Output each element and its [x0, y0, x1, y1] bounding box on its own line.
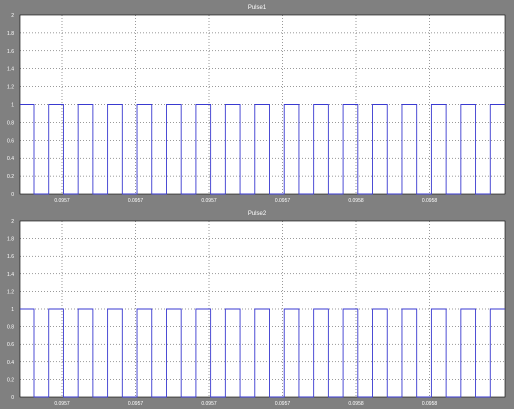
- x-tick-label: 0.0957: [201, 401, 217, 407]
- y-tick-label: 1.4: [7, 272, 14, 278]
- scope-window: Pulse1 0 0.2 0.4 0.6 0.8 1 1.2 1.4 1.6 1.8 2 0.0957…: [0, 0, 514, 409]
- y-tick-label: 2: [11, 219, 14, 225]
- y-tick-label: 0.6: [7, 342, 14, 348]
- plot2-pulse-chart: 0 0.2 0.4 0.6 0.8 1 1.2 1.4 1.6 1.8 2 0.0957 0.0957 0…: [7, 219, 506, 407]
- y-tick-label: 0.8: [7, 325, 14, 331]
- x-tick-label: 0.0957: [128, 401, 144, 407]
- y-tick-label: 0.2: [7, 377, 14, 383]
- y-tick-label: 1: [11, 307, 14, 313]
- y-tick-label: 0: [11, 395, 14, 401]
- x-tick-label: 0.0958: [422, 401, 438, 407]
- y-tick-label: 0.4: [7, 360, 14, 366]
- y-tick-label: 1.6: [7, 254, 14, 260]
- y-tick-label: 1.2: [7, 289, 14, 295]
- x-tick-label: 0.0957: [54, 401, 70, 407]
- y-tick-label: 1.8: [7, 237, 14, 243]
- x-tick-label: 0.0957: [275, 401, 291, 407]
- x-tick-label: 0.0958: [348, 401, 364, 407]
